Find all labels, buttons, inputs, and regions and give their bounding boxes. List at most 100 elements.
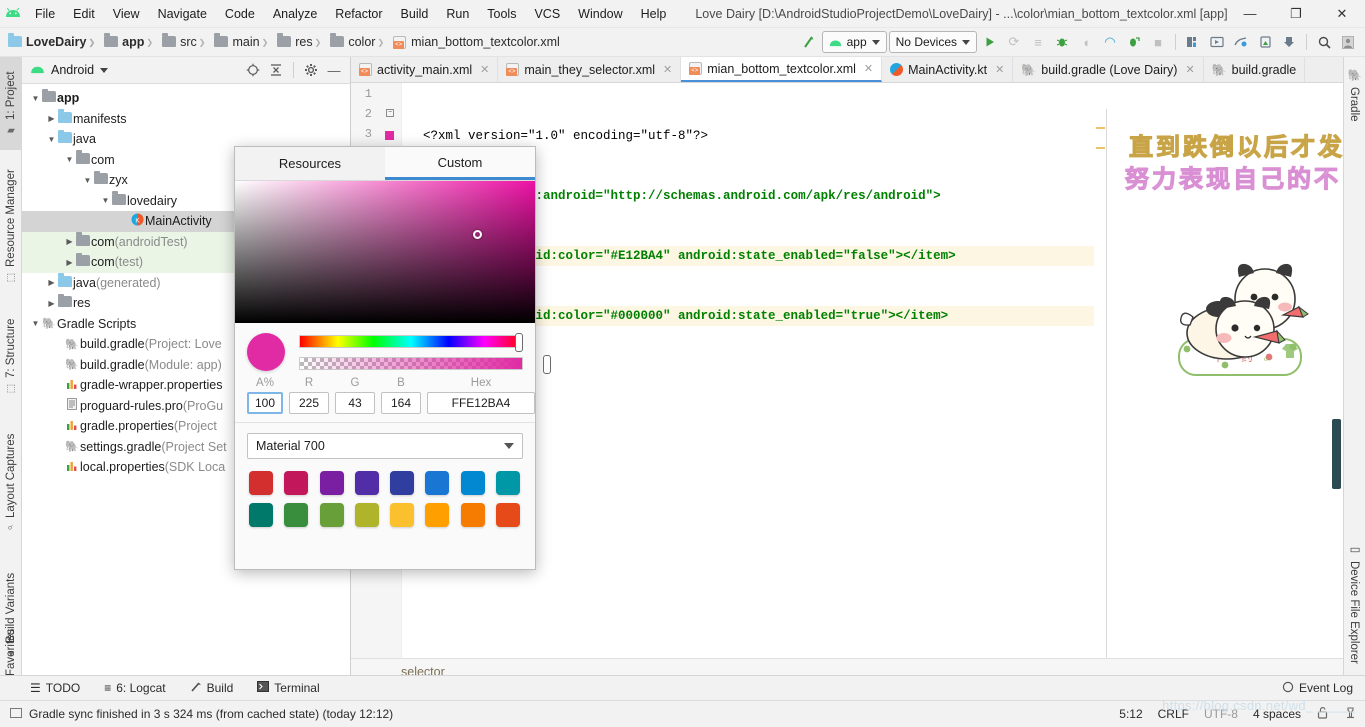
run-coverage-icon[interactable] xyxy=(1123,31,1145,53)
sidebar-item-gradle[interactable]: 🐘 Gradle xyxy=(1343,59,1365,131)
hide-panel-icon[interactable]: — xyxy=(324,60,344,80)
gradle-sync-icon[interactable] xyxy=(1278,31,1300,53)
maximize-button[interactable]: ❐ xyxy=(1273,0,1319,27)
device-file-explorer-icon[interactable] xyxy=(1254,31,1276,53)
code-fold-icon[interactable]: − xyxy=(386,109,394,117)
menu-view[interactable]: View xyxy=(104,4,149,24)
breadcrumb-app[interactable]: app xyxy=(86,33,144,49)
swatch-14[interactable] xyxy=(460,503,485,527)
menu-vcs[interactable]: VCS xyxy=(525,4,569,24)
swatch-6[interactable] xyxy=(460,471,485,495)
sidebar-item-structure[interactable]: ⬚ 7: Structure xyxy=(0,302,22,410)
minimize-button[interactable]: — xyxy=(1227,0,1273,27)
gear-icon[interactable] xyxy=(301,60,321,80)
debug-icon[interactable] xyxy=(1051,31,1073,53)
tree-item-manifests[interactable]: ▶ manifests xyxy=(22,109,350,130)
expand-arrow-icon[interactable]: ▶ xyxy=(46,114,57,123)
profile-icon[interactable]: ◠ xyxy=(1099,31,1121,53)
alpha-slider-knob[interactable] xyxy=(543,354,551,374)
palette-selector[interactable]: Material 700 xyxy=(247,433,523,459)
expand-arrow-icon[interactable]: ▶ xyxy=(46,299,57,308)
expand-arrow-icon[interactable]: ▼ xyxy=(30,319,41,328)
menu-refactor[interactable]: Refactor xyxy=(326,4,391,24)
file-encoding[interactable]: UTF-8 xyxy=(1204,707,1238,721)
caret-position[interactable]: 5:12 xyxy=(1119,707,1142,721)
expand-arrow-icon[interactable]: ▼ xyxy=(46,135,57,144)
bottom-item-todo[interactable]: ☰ TODO xyxy=(26,679,84,697)
search-icon[interactable] xyxy=(1313,31,1335,53)
close-icon[interactable]: ✕ xyxy=(1185,63,1194,76)
expand-arrow-icon[interactable]: ▼ xyxy=(64,155,75,164)
tab-mainactivity-kt[interactable]: MainActivity.kt ✕ xyxy=(882,57,1014,82)
menu-run[interactable]: Run xyxy=(437,4,478,24)
menu-file[interactable]: File xyxy=(26,4,64,24)
swatch-2[interactable] xyxy=(319,471,344,495)
alpha-input[interactable] xyxy=(247,392,283,414)
swatch-9[interactable] xyxy=(284,503,309,527)
expand-arrow-icon[interactable]: ▶ xyxy=(64,258,75,267)
hue-slider[interactable] xyxy=(299,332,523,352)
sidebar-item-resource-manager[interactable]: ⬚ Resource Manager xyxy=(0,156,22,296)
swatch-13[interactable] xyxy=(425,503,450,527)
bottom-item-terminal[interactable]: Terminal xyxy=(253,679,323,697)
hue-slider-knob[interactable] xyxy=(515,332,523,352)
menu-analyze[interactable]: Analyze xyxy=(264,4,326,24)
close-icon[interactable]: ✕ xyxy=(864,62,873,75)
menu-tools[interactable]: Tools xyxy=(478,4,525,24)
menu-navigate[interactable]: Navigate xyxy=(149,4,216,24)
swatch-3[interactable] xyxy=(354,471,379,495)
chevron-down-icon[interactable] xyxy=(100,67,109,73)
expand-arrow-icon[interactable]: ▼ xyxy=(30,94,41,103)
tree-item-app[interactable]: ▼ app xyxy=(22,88,350,109)
locate-icon[interactable] xyxy=(243,60,263,80)
module-selector[interactable]: app xyxy=(821,31,887,53)
breadcrumb-res[interactable]: res xyxy=(260,33,313,49)
swatch-7[interactable] xyxy=(495,471,520,495)
breadcrumb-file[interactable]: mian_bottom_textcolor.xml xyxy=(375,35,560,49)
swatch-4[interactable] xyxy=(390,471,414,495)
blue-input[interactable] xyxy=(381,392,421,414)
inspection-icon[interactable] xyxy=(1344,706,1357,722)
breadcrumb-src[interactable]: src xyxy=(144,33,197,49)
swatch-11[interactable] xyxy=(354,503,379,527)
close-button[interactable]: ✕ xyxy=(1319,0,1365,27)
swatch-10[interactable] xyxy=(319,503,344,527)
red-input[interactable] xyxy=(289,392,329,414)
swatch-1[interactable] xyxy=(284,471,309,495)
collapse-all-icon[interactable] xyxy=(266,60,286,80)
swatch-12[interactable] xyxy=(390,503,414,527)
menu-help[interactable]: Help xyxy=(632,4,676,24)
device-selector[interactable]: No Devices xyxy=(888,31,977,53)
lock-open-icon[interactable] xyxy=(1316,706,1329,722)
run-icon[interactable] xyxy=(979,31,1001,53)
tab-activity-main-xml[interactable]: activity_main.xml ✕ xyxy=(351,57,499,82)
breadcrumb-color[interactable]: color xyxy=(313,33,375,49)
swatch-0[interactable] xyxy=(249,471,273,495)
status-message[interactable]: Gradle sync finished in 3 s 324 ms (from… xyxy=(29,707,393,721)
project-view-selector-label[interactable]: Android xyxy=(51,63,94,77)
bottom-item-event-log[interactable]: Event Log xyxy=(1278,679,1357,698)
warning-marker[interactable] xyxy=(1096,127,1105,129)
tab-resources[interactable]: Resources xyxy=(235,147,385,180)
sidebar-item-device-file-explorer[interactable]: ▭ Device File Explorer xyxy=(1343,523,1365,683)
bottom-item-build[interactable]: Build xyxy=(186,679,238,698)
swatch-15[interactable] xyxy=(495,503,520,527)
expand-arrow-icon[interactable]: ▼ xyxy=(82,176,93,185)
close-icon[interactable]: ✕ xyxy=(995,63,1004,76)
layout-inspector-icon[interactable] xyxy=(1230,31,1252,53)
preview-scrollbar[interactable] xyxy=(1332,419,1341,489)
sdk-manager-icon[interactable] xyxy=(1182,31,1204,53)
expand-arrow-icon[interactable]: ▶ xyxy=(64,237,75,246)
bottom-item-logcat[interactable]: ≡ 6: Logcat xyxy=(100,679,169,697)
breadcrumb-main[interactable]: main xyxy=(197,33,260,49)
menu-build[interactable]: Build xyxy=(392,4,438,24)
tab-mian-bottom-textcolor-xml[interactable]: mian_bottom_textcolor.xml ✕ xyxy=(681,57,883,82)
line-separator[interactable]: CRLF xyxy=(1158,707,1189,721)
saturation-value-area[interactable] xyxy=(235,181,535,323)
breadcrumb-lovedairy[interactable]: LoveDairy xyxy=(8,33,86,49)
alpha-slider[interactable] xyxy=(299,354,551,374)
editor-marker-stripe[interactable] xyxy=(1094,83,1106,658)
warning-marker[interactable] xyxy=(1096,147,1105,149)
color-gutter-swatch-pink[interactable] xyxy=(385,131,394,140)
sidebar-item-project[interactable]: ▰ 1: Project xyxy=(0,57,22,150)
